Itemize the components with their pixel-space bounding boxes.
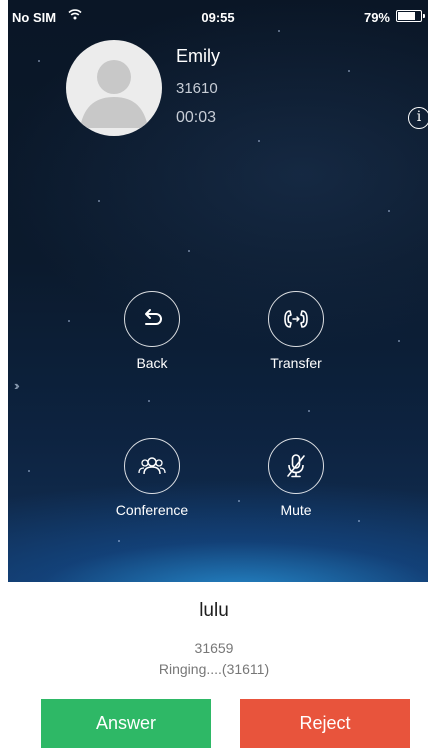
status-bar: No SIM 09:55 79% — [8, 0, 428, 32]
reject-button[interactable]: Reject — [240, 699, 410, 748]
battery-percentage: 79% — [363, 10, 390, 25]
back-icon — [145, 309, 162, 325]
caller-number: 31610 — [176, 80, 218, 97]
conference-icon — [138, 457, 166, 475]
incoming-caller-name: lulu — [199, 600, 229, 621]
call-timer: 00:03 — [176, 109, 217, 126]
mute-icon — [287, 454, 305, 478]
avatar — [66, 40, 162, 136]
caller-name: Emily — [176, 46, 220, 66]
expand-chevron-icon[interactable]: ›› — [14, 378, 19, 393]
transfer-label: Transfer — [270, 355, 322, 371]
mute-button[interactable]: Mute — [241, 438, 351, 518]
battery-icon — [396, 10, 425, 22]
incoming-call-panel: lulu 31659 Ringing....(31611) Answer Rej… — [0, 582, 428, 748]
avatar-icon — [80, 60, 148, 128]
transfer-button[interactable]: Transfer — [241, 291, 351, 371]
answer-button[interactable]: Answer — [41, 699, 211, 748]
back-button[interactable]: Back — [97, 291, 207, 371]
back-label: Back — [136, 355, 168, 371]
incoming-caller-number: 31659 — [194, 640, 234, 656]
conference-label: Conference — [115, 502, 189, 518]
transfer-icon — [284, 310, 308, 328]
call-screen: No SIM 09:55 79% Emily 31610 00:03 i Bac… — [0, 0, 428, 748]
info-icon[interactable]: i — [408, 107, 428, 129]
conference-button[interactable]: Conference — [97, 438, 207, 518]
incoming-call-status: Ringing....(31611) — [158, 661, 270, 677]
mute-label: Mute — [280, 502, 312, 518]
battery-fill — [398, 12, 416, 20]
